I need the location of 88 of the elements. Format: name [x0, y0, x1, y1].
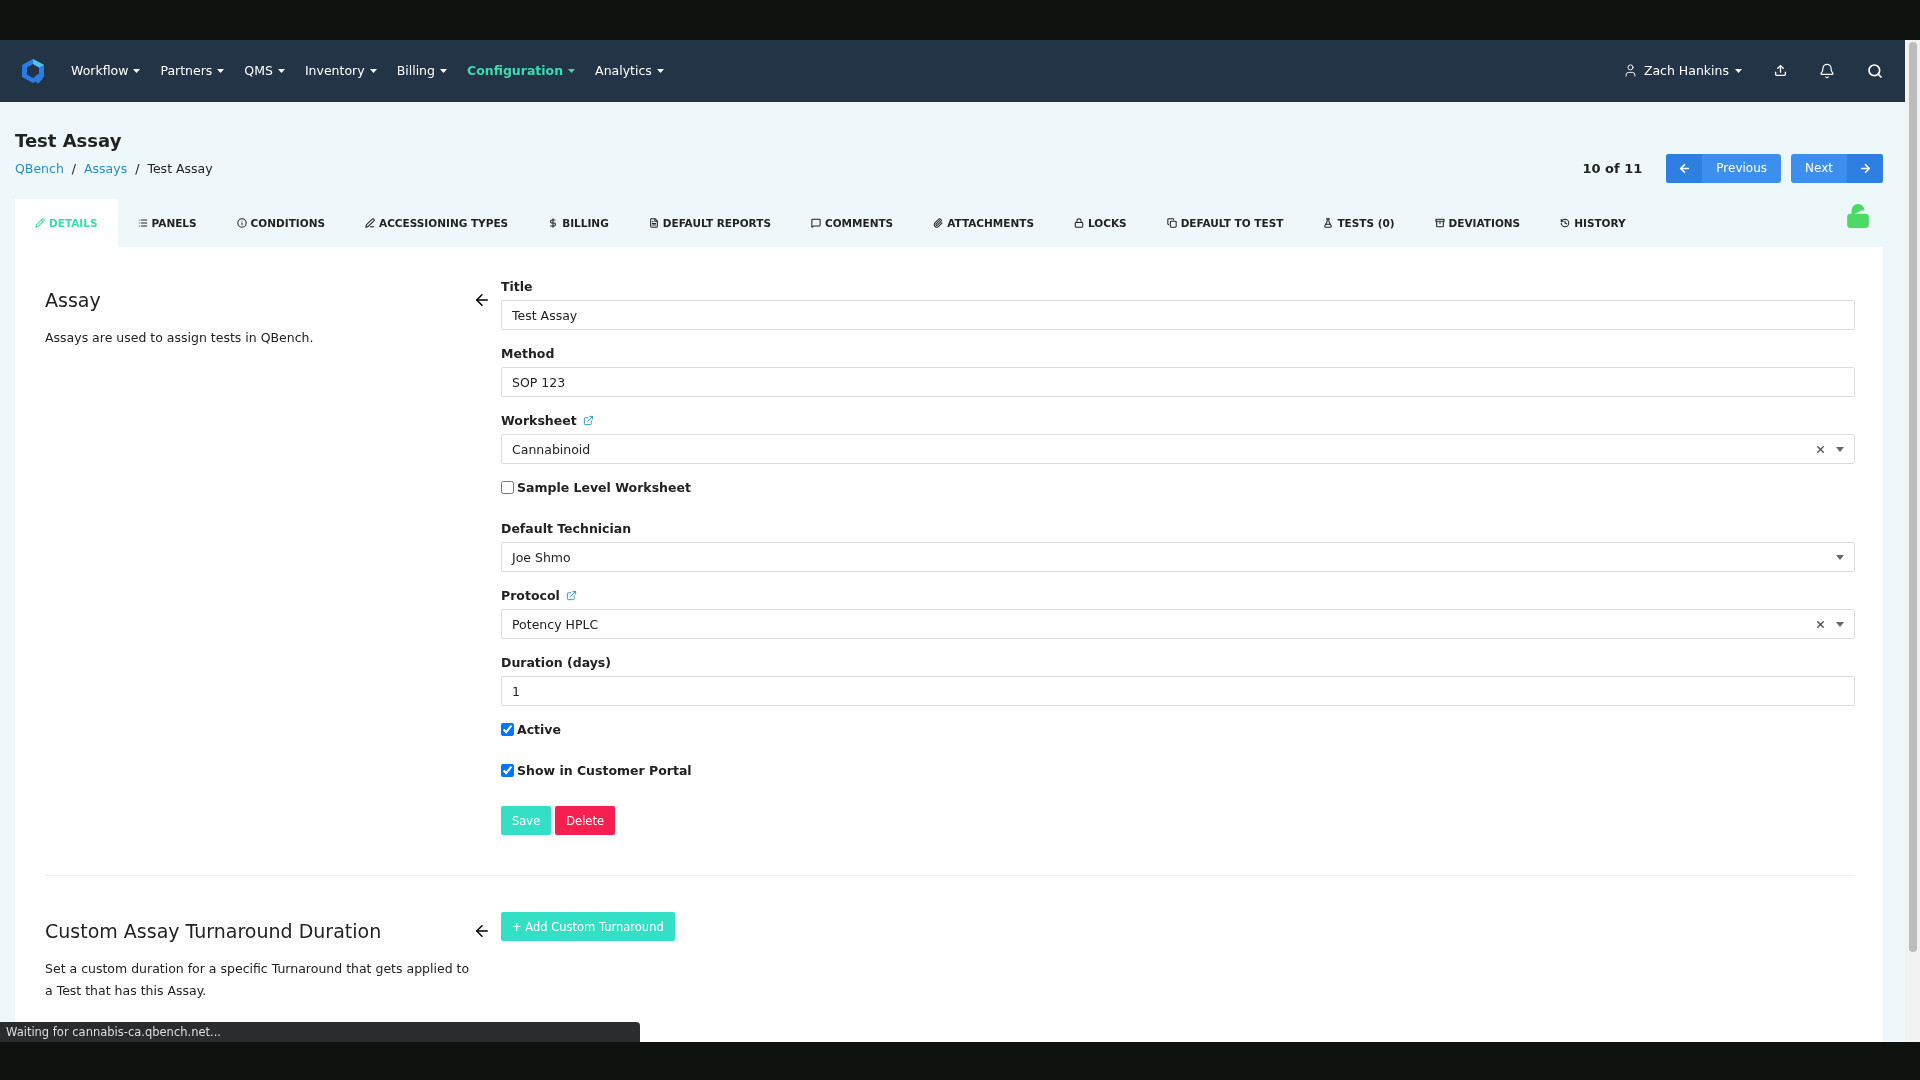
- caret-icon: [656, 68, 664, 73]
- user-menu[interactable]: Zach Hankins: [1622, 63, 1742, 79]
- tab[interactable]: PANELS: [117, 199, 217, 248]
- tab[interactable]: ATTACHMENTS: [913, 199, 1054, 248]
- page-title: Test Assay: [15, 129, 123, 151]
- current-page-text: Test Assay: [147, 160, 213, 176]
- caret-icon: [1836, 446, 1844, 452]
- field-label: Title: [501, 279, 534, 295]
- nav-menu-item[interactable]: Analytics: [595, 63, 664, 79]
- section-description: Assays are used to assign tests in QBench.: [45, 329, 315, 348]
- caret-icon: [133, 68, 141, 73]
- caret-icon: [217, 68, 225, 73]
- nav-menu-item[interactable]: Configuration: [466, 63, 576, 79]
- breadcrumb-separator: /: [71, 160, 77, 176]
- document-icon: [648, 218, 659, 229]
- select-field[interactable]: Joe Shmo: [501, 542, 1855, 573]
- record-position: 10 of 11: [1582, 160, 1643, 176]
- paperclip-icon: [933, 218, 944, 229]
- tab[interactable]: ACCESSIONING TYPES: [345, 199, 529, 248]
- tab[interactable]: LOCKS: [1054, 199, 1147, 248]
- history-icon: [1560, 218, 1571, 229]
- field-label: Default Technician: [501, 521, 632, 537]
- nav-menu-item[interactable]: Workflow: [71, 63, 141, 79]
- tab[interactable]: DEVIATIONS: [1414, 199, 1541, 248]
- pencil-icon: [35, 218, 45, 229]
- tab[interactable]: TESTS (0): [1303, 199, 1415, 248]
- pen-icon: [365, 218, 375, 229]
- user-icon: [1622, 63, 1638, 79]
- copy-icon: [1166, 218, 1177, 229]
- upload-icon[interactable]: [1774, 64, 1787, 78]
- dollar-icon: [548, 218, 559, 229]
- caret-icon: [568, 68, 576, 73]
- nav-menu-item[interactable]: QMS: [244, 63, 285, 79]
- arrow-right-icon: [1858, 161, 1872, 175]
- tab[interactable]: HISTORY: [1540, 199, 1646, 248]
- caret-icon: [369, 68, 377, 73]
- caret-icon: [1735, 68, 1742, 73]
- search-icon[interactable]: [1867, 62, 1883, 79]
- checkbox-label: Active: [517, 722, 561, 738]
- clear-icon[interactable]: [1815, 443, 1826, 455]
- field-label: Protocol: [501, 588, 560, 604]
- nav-menu-item[interactable]: Partners: [160, 63, 225, 79]
- breadcrumb-separator: /: [135, 160, 140, 176]
- nav-menu-item[interactable]: Inventory: [304, 63, 377, 79]
- section-description: Set a custom duration for a specific Turnaround that gets applied to a Test that has this Assay.: [45, 960, 471, 1001]
- comment-icon: [810, 218, 821, 229]
- caret-icon: [1836, 621, 1844, 627]
- caret-icon: [1836, 554, 1844, 560]
- text-field[interactable]: SOP 123: [501, 367, 1855, 398]
- nav-menu-item[interactable]: Billing: [396, 63, 447, 79]
- select-field[interactable]: Cannabinoid: [501, 434, 1855, 465]
- external-link-icon[interactable]: [565, 590, 577, 602]
- checkbox-label: Sample Level Worksheet: [517, 480, 691, 496]
- checkbox[interactable]: [501, 481, 514, 495]
- checkbox[interactable]: [501, 764, 514, 778]
- lock-icon: [1074, 218, 1084, 229]
- caret-icon: [439, 68, 447, 73]
- archive-icon: [1434, 218, 1445, 229]
- logo-icon[interactable]: [20, 57, 46, 84]
- tab[interactable]: BILLING: [528, 199, 629, 248]
- status-bar: Waiting for cannabis-ca.qbench.net...: [0, 1022, 640, 1042]
- field-label: Method: [501, 346, 556, 362]
- breadcrumb-link[interactable]: QBench: [15, 160, 64, 176]
- delete-button[interactable]: Delete: [555, 806, 616, 836]
- external-link-icon[interactable]: [582, 415, 594, 427]
- info-icon: [236, 218, 247, 229]
- scrollbar-thumb[interactable]: [1908, 42, 1917, 952]
- arrow-left-icon: [1677, 161, 1691, 175]
- select-field[interactable]: Potency HPLC: [501, 609, 1855, 640]
- breadcrumb-link[interactable]: Assays: [84, 160, 128, 176]
- field-label: Duration (days): [501, 655, 612, 671]
- checkbox[interactable]: [501, 723, 514, 737]
- section-heading: Assay: [45, 289, 101, 312]
- field-label: Worksheet: [501, 413, 577, 429]
- tab[interactable]: COMMENTS: [790, 199, 914, 248]
- scrollbar[interactable]: [1905, 40, 1920, 1042]
- tab[interactable]: CONDITIONS: [216, 199, 345, 248]
- bell-icon[interactable]: [1819, 62, 1835, 79]
- tab[interactable]: DEFAULT TO TEST: [1146, 199, 1304, 248]
- text-field[interactable]: Test Assay: [501, 300, 1855, 331]
- caret-icon: [277, 68, 285, 73]
- section-heading: Custom Assay Turnaround Duration: [45, 920, 382, 943]
- clear-icon[interactable]: [1815, 618, 1826, 630]
- tab[interactable]: DEFAULT REPORTS: [628, 199, 791, 248]
- flask-icon: [1323, 218, 1334, 229]
- list-icon: [137, 218, 148, 229]
- checkbox-label: Show in Customer Portal: [517, 763, 692, 779]
- text-field[interactable]: 1: [501, 676, 1855, 707]
